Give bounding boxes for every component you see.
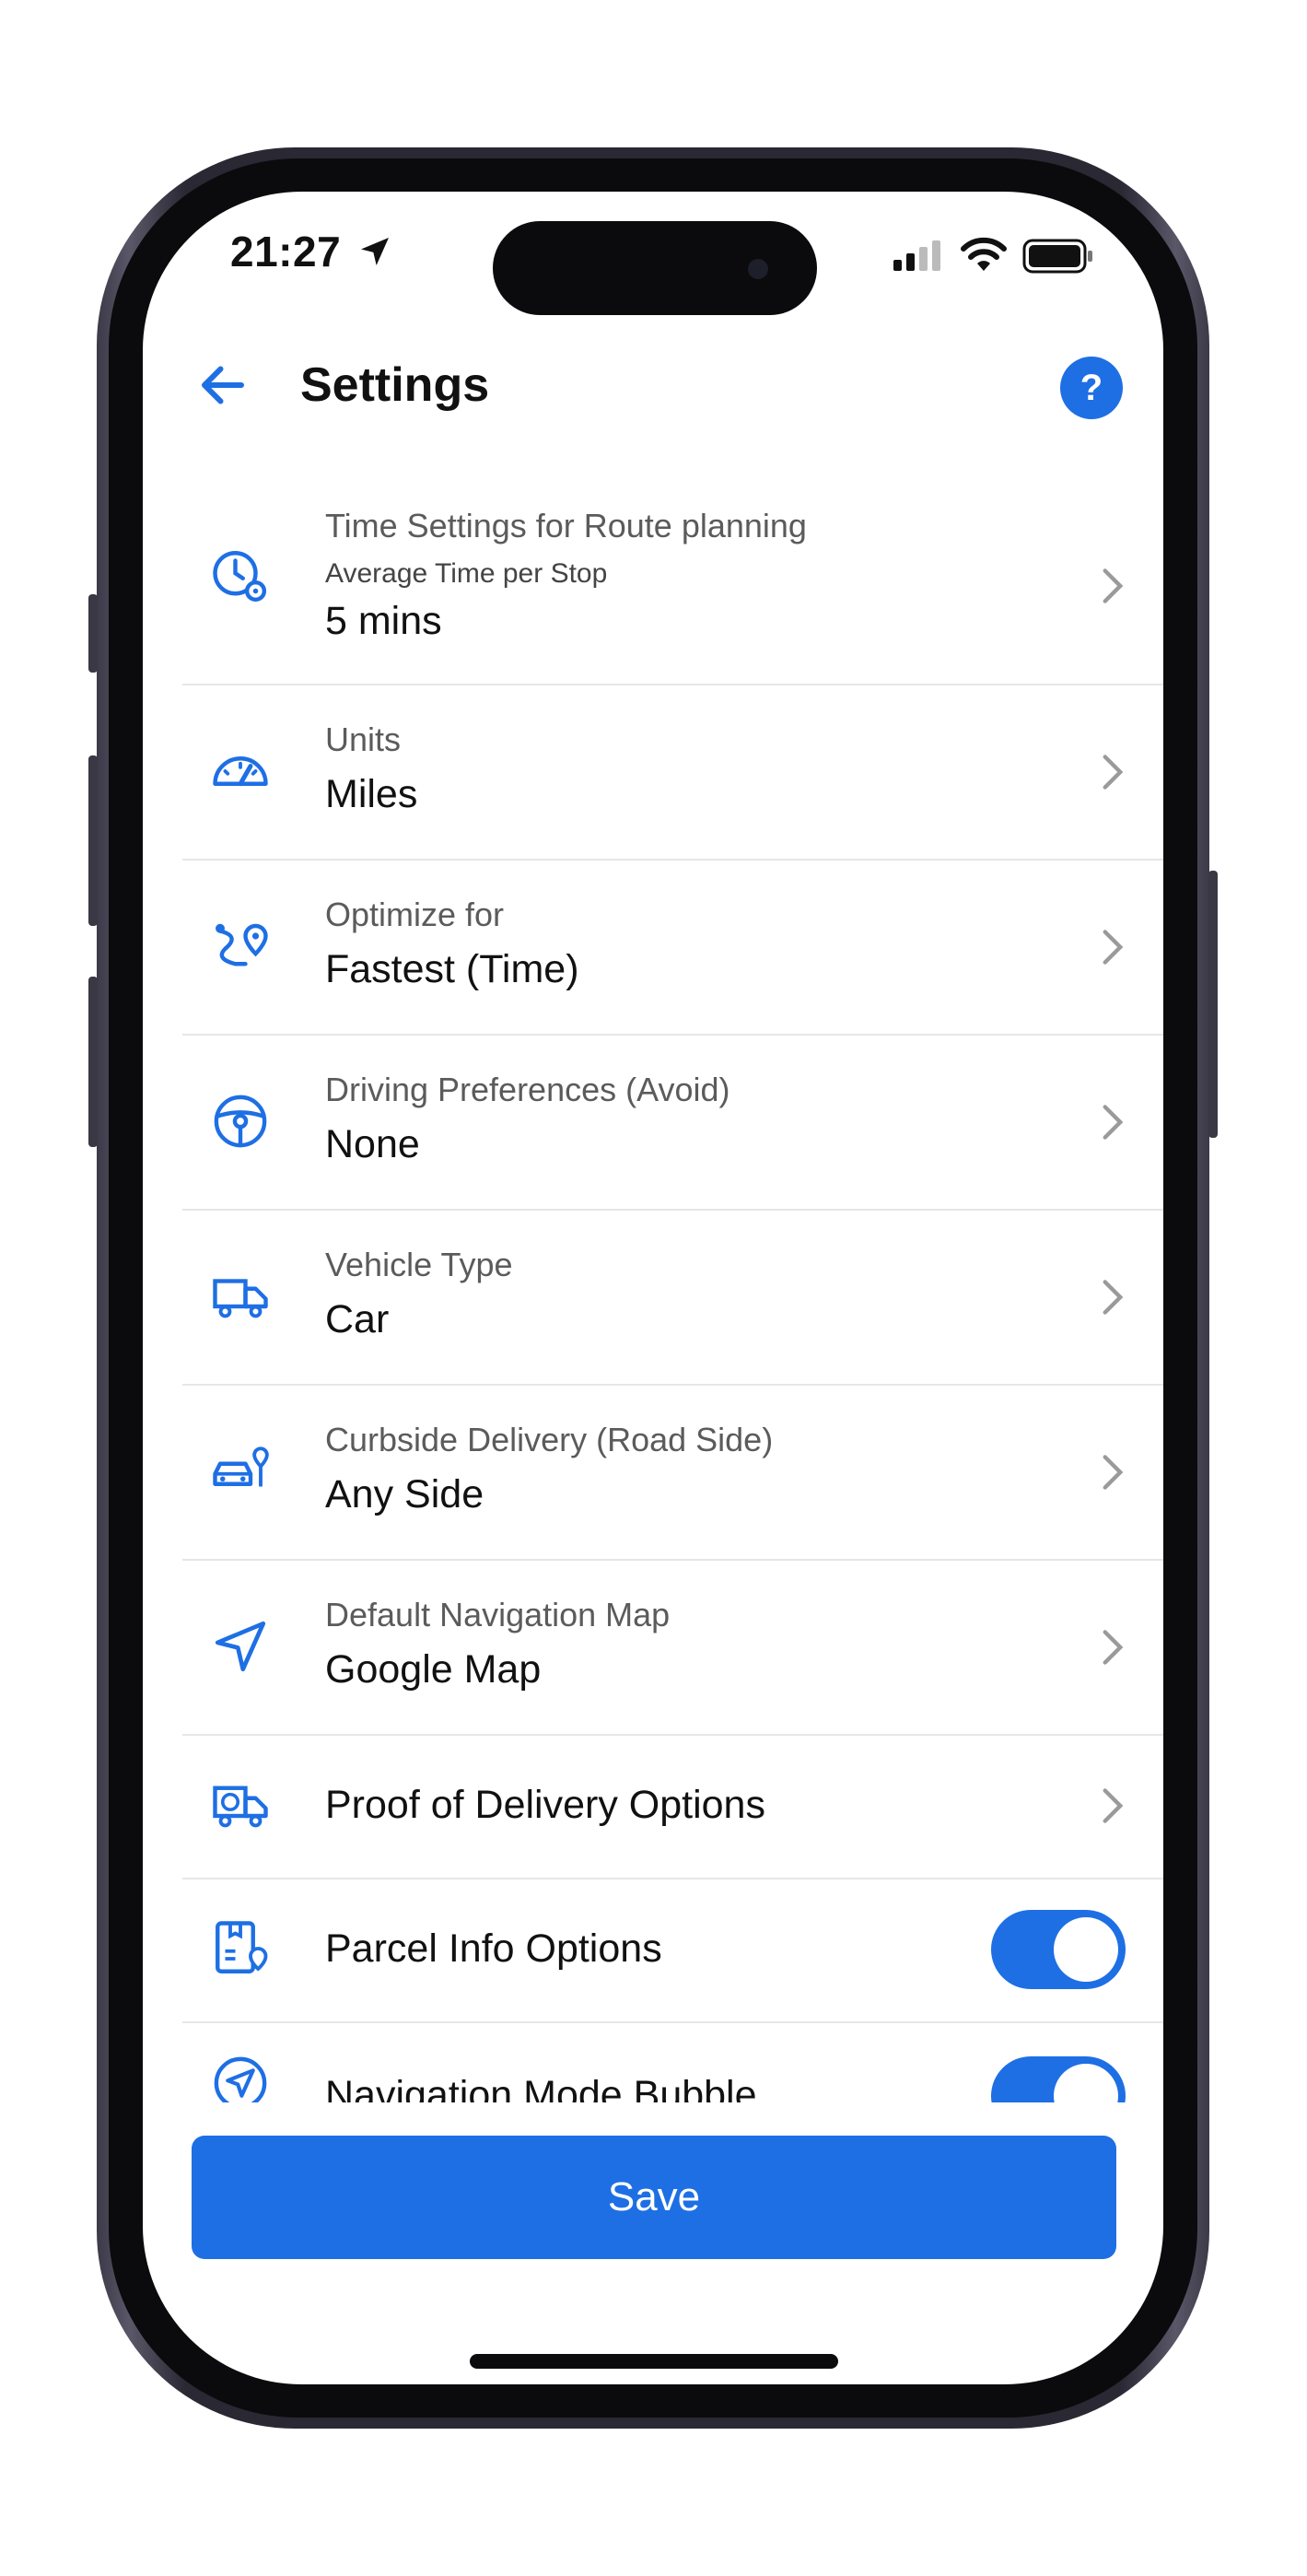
battery-icon bbox=[1022, 239, 1092, 274]
avg-time-label: Average Time per Stop bbox=[325, 558, 608, 589]
proof-label: Proof of Delivery Options bbox=[325, 1783, 765, 1827]
volume-up-button bbox=[88, 755, 98, 926]
wifi-icon bbox=[961, 237, 1007, 271]
driving-preferences-row[interactable]: Driving Preferences (Avoid) None bbox=[182, 1034, 1163, 1211]
bubble-label: Navigation Mode Bubble bbox=[325, 2073, 757, 2102]
front-camera bbox=[748, 259, 768, 279]
car-pin-icon bbox=[213, 1446, 269, 1487]
navmap-label: Default Navigation Map bbox=[325, 1596, 671, 1633]
navmap-value: Google Map bbox=[325, 1647, 542, 1692]
navigation-bubble-toggle[interactable] bbox=[991, 2056, 1126, 2102]
chevron-right-icon bbox=[1103, 1455, 1124, 1490]
vehicle-label: Vehicle Type bbox=[325, 1246, 513, 1283]
curbside-label: Curbside Delivery (Road Side) bbox=[325, 1421, 774, 1458]
mute-switch bbox=[88, 594, 98, 673]
parcel-label: Parcel Info Options bbox=[325, 1926, 662, 1971]
units-label: Units bbox=[325, 720, 402, 758]
chevron-right-icon bbox=[1103, 568, 1124, 603]
navigation-arrow-icon bbox=[215, 1621, 266, 1672]
help-button[interactable]: ? bbox=[1060, 357, 1123, 419]
chevron-right-icon bbox=[1103, 1788, 1124, 1823]
clock-gear-icon bbox=[213, 551, 267, 603]
driving-value: None bbox=[325, 1122, 420, 1166]
page-title: Settings bbox=[300, 358, 490, 412]
route-pin-icon bbox=[216, 923, 268, 966]
optimize-value: Fastest (Time) bbox=[325, 947, 579, 991]
units-row[interactable]: Units Miles bbox=[182, 684, 1163, 861]
navigation-bubble-row: Navigation Mode Bubble bbox=[182, 2021, 1163, 2102]
save-button[interactable]: Save bbox=[192, 2136, 1116, 2259]
chevron-right-icon bbox=[1103, 1630, 1124, 1665]
truck-icon bbox=[213, 1279, 268, 1318]
vehicle-type-row[interactable]: Vehicle Type Car bbox=[182, 1209, 1163, 1386]
status-time-text: 21:27 bbox=[230, 228, 342, 275]
optimize-row[interactable]: Optimize for Fastest (Time) bbox=[182, 859, 1163, 1036]
optimize-label: Optimize for bbox=[325, 896, 505, 933]
parcel-pin-icon bbox=[216, 1921, 268, 1973]
units-value: Miles bbox=[325, 772, 418, 816]
status-time: 21:27 bbox=[230, 227, 393, 276]
delivery-truck-clock-icon bbox=[213, 1786, 268, 1828]
home-indicator bbox=[470, 2354, 838, 2369]
vehicle-value: Car bbox=[325, 1297, 390, 1341]
parcel-info-toggle[interactable] bbox=[991, 1910, 1126, 1989]
curbside-value: Any Side bbox=[325, 1472, 484, 1516]
navigation-map-row[interactable]: Default Navigation Map Google Map bbox=[182, 1559, 1163, 1736]
parcel-info-row: Parcel Info Options bbox=[182, 1878, 1163, 2023]
time-settings-row[interactable]: Time Settings for Route planning Average… bbox=[182, 488, 1163, 685]
chevron-right-icon bbox=[1103, 755, 1124, 790]
location-arrow-icon bbox=[361, 238, 390, 265]
speedometer-icon bbox=[213, 756, 268, 787]
curbside-delivery-row[interactable]: Curbside Delivery (Road Side) Any Side bbox=[182, 1384, 1163, 1561]
back-arrow-icon[interactable] bbox=[195, 357, 251, 413]
navigation-circle-icon bbox=[214, 2056, 267, 2102]
steering-wheel-icon bbox=[214, 1095, 267, 1148]
avg-time-value: 5 mins bbox=[325, 599, 442, 643]
chevron-right-icon bbox=[1103, 1105, 1124, 1140]
volume-down-button bbox=[88, 977, 98, 1147]
proof-of-delivery-row[interactable]: Proof of Delivery Options bbox=[182, 1734, 1163, 1879]
chevron-right-icon bbox=[1103, 1280, 1124, 1315]
toggle-knob bbox=[1054, 1917, 1118, 1982]
chevron-right-icon bbox=[1103, 930, 1124, 965]
power-button bbox=[1208, 871, 1218, 1138]
driving-label: Driving Preferences (Avoid) bbox=[325, 1071, 730, 1108]
signal-icon bbox=[893, 240, 940, 271]
dynamic-island bbox=[493, 221, 817, 315]
time-settings-label: Time Settings for Route planning bbox=[325, 507, 807, 544]
toggle-knob bbox=[1054, 2064, 1118, 2102]
